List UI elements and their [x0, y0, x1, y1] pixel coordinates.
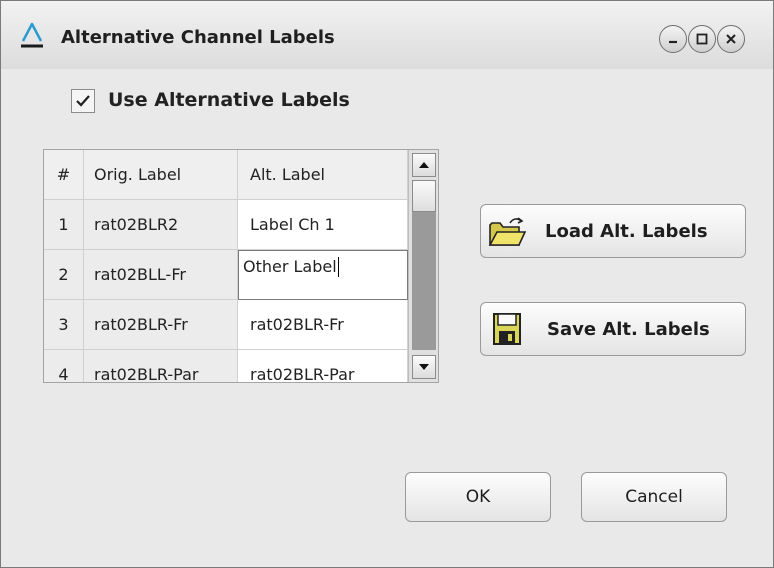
- alt-label-cell[interactable]: Label Ch 1: [238, 200, 408, 250]
- load-alt-labels-button[interactable]: Load Alt. Labels: [480, 204, 746, 258]
- alt-label-edit-text: Other Label: [243, 257, 337, 276]
- arrow-down-icon: [419, 364, 429, 370]
- close-button[interactable]: [717, 25, 745, 53]
- alt-label-cell[interactable]: rat02BLR-Par: [238, 350, 408, 382]
- header-num[interactable]: #: [44, 150, 84, 200]
- open-folder-icon: [488, 217, 527, 246]
- table-row: 4 rat02BLR-Par rat02BLR-Par: [44, 350, 408, 382]
- table-header-row: # Orig. Label Alt. Label: [44, 150, 408, 200]
- table-row: 3 rat02BLR-Fr rat02BLR-Fr: [44, 300, 408, 350]
- minimize-icon: [669, 40, 677, 44]
- use-alt-labels-checkbox[interactable]: [71, 89, 95, 113]
- title-bar: Alternative Channel Labels: [1, 1, 773, 69]
- save-disk-icon: [493, 313, 521, 345]
- orig-label-cell: rat02BLL-Fr: [84, 250, 238, 300]
- window-title: Alternative Channel Labels: [61, 27, 335, 48]
- alt-label-cell[interactable]: rat02BLR-Fr: [238, 300, 408, 350]
- maximize-button[interactable]: [688, 25, 716, 53]
- orig-label-cell: rat02BLR-Fr: [84, 300, 238, 350]
- dialog-window: Alternative Channel Labels Use Alternati…: [0, 0, 774, 568]
- header-orig-label[interactable]: Orig. Label: [84, 150, 238, 200]
- orig-label-cell: rat02BLR2: [84, 200, 238, 250]
- row-num: 1: [44, 200, 84, 250]
- labels-table: # Orig. Label Alt. Label 1 rat02BLR2 Lab…: [43, 149, 439, 383]
- table-row: 2 rat02BLL-Fr Other Label: [44, 250, 408, 300]
- header-alt-label[interactable]: Alt. Label: [238, 150, 408, 200]
- text-cursor: [337, 257, 339, 277]
- scroll-down-button[interactable]: [412, 355, 436, 379]
- checkmark-icon: [76, 95, 90, 107]
- table-scrollbar[interactable]: [408, 150, 438, 382]
- load-button-label: Load Alt. Labels: [545, 220, 708, 242]
- scrollbar-thumb[interactable]: [412, 180, 436, 212]
- arrow-up-icon: [419, 162, 429, 168]
- close-icon: [726, 34, 736, 44]
- maximize-icon: [696, 33, 708, 45]
- ok-button[interactable]: OK: [405, 472, 551, 522]
- save-button-label: Save Alt. Labels: [547, 318, 710, 340]
- orig-label-cell: rat02BLR-Par: [84, 350, 238, 382]
- row-num: 2: [44, 250, 84, 300]
- use-alt-labels-label[interactable]: Use Alternative Labels: [108, 89, 350, 111]
- app-logo-icon: [21, 22, 43, 48]
- row-num: 4: [44, 350, 84, 382]
- alt-label-edit-field[interactable]: Other Label: [238, 250, 408, 300]
- save-alt-labels-button[interactable]: Save Alt. Labels: [480, 302, 746, 356]
- scroll-up-button[interactable]: [412, 153, 436, 177]
- table-row: 1 rat02BLR2 Label Ch 1: [44, 200, 408, 250]
- cancel-button[interactable]: Cancel: [581, 472, 727, 522]
- row-num: 3: [44, 300, 84, 350]
- minimize-button[interactable]: [659, 25, 687, 53]
